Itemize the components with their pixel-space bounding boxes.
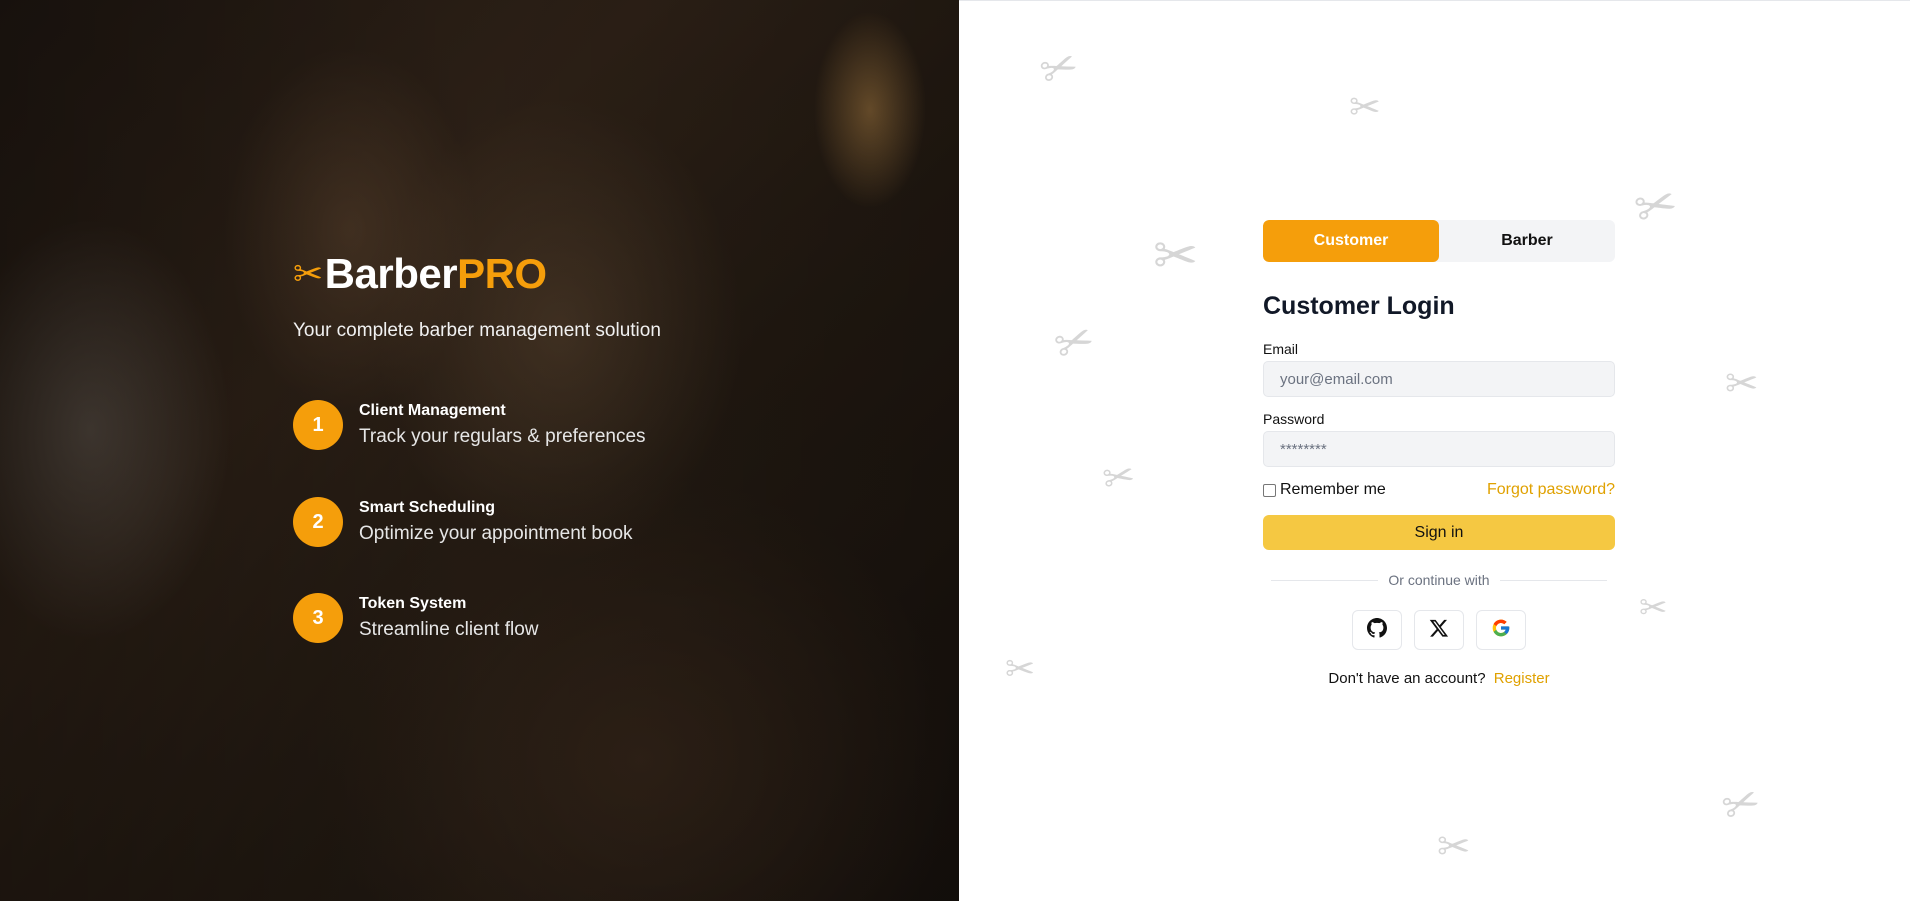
divider-text: Or continue with bbox=[1388, 572, 1490, 588]
scissors-icon: ✂ bbox=[1033, 39, 1085, 98]
scissors-icon: ✂ bbox=[1047, 310, 1102, 374]
feature-title: Token System bbox=[359, 595, 467, 612]
remember-me-checkbox[interactable] bbox=[1263, 483, 1276, 497]
google-icon bbox=[1491, 618, 1511, 643]
feature-description: Track your regulars & preferences bbox=[359, 426, 646, 447]
login-form: Customer Barber Customer Login Email Pas… bbox=[1263, 220, 1615, 687]
github-icon bbox=[1367, 617, 1387, 643]
role-tab-barber[interactable]: Barber bbox=[1439, 220, 1615, 262]
scissors-icon: ✂ bbox=[293, 253, 323, 294]
hero-content: ✂ Barber PRO Your complete barber manage… bbox=[293, 250, 893, 643]
no-account-text: Don't have an account? bbox=[1328, 670, 1486, 687]
login-title: Customer Login bbox=[1263, 292, 1455, 320]
register-link[interactable]: Register bbox=[1494, 670, 1550, 687]
scissors-icon: ✂ bbox=[1628, 173, 1684, 239]
register-row: Don't have an account? Register bbox=[1263, 670, 1615, 687]
scissors-icon: ✂ bbox=[1715, 775, 1767, 834]
login-panel: ✂ ✂ ✂ ✂ ✂ ✂ ✂ ✂ ✂ ✂ ✂ Customer Barber Cu… bbox=[959, 0, 1910, 901]
sign-in-button[interactable]: Sign in bbox=[1263, 515, 1615, 550]
scissors-icon: ✂ bbox=[1725, 362, 1759, 406]
feature-title: Smart Scheduling bbox=[359, 499, 496, 516]
feature-description: Streamline client flow bbox=[359, 619, 539, 640]
hero-panel: ✂ Barber PRO Your complete barber manage… bbox=[0, 0, 959, 901]
github-login-button[interactable] bbox=[1352, 610, 1402, 650]
feature-description: Optimize your appointment book bbox=[359, 523, 633, 544]
remember-me-label[interactable]: Remember me bbox=[1280, 481, 1386, 499]
scissors-icon: ✂ bbox=[1639, 589, 1668, 627]
feature-item: 3 Token System Streamline client flow bbox=[293, 593, 539, 643]
email-field[interactable] bbox=[1263, 361, 1615, 397]
remember-me: Remember me bbox=[1263, 481, 1386, 499]
brand-tagline: Your complete barber management solution bbox=[293, 320, 661, 341]
social-login-buttons bbox=[1263, 610, 1615, 650]
feature-number: 1 bbox=[293, 400, 343, 450]
options-row: Remember me Forgot password? bbox=[1263, 481, 1615, 499]
feature-title: Client Management bbox=[359, 402, 506, 419]
scissors-icon: ✂ bbox=[1099, 454, 1139, 502]
google-login-button[interactable] bbox=[1476, 610, 1526, 650]
password-field[interactable] bbox=[1263, 431, 1615, 467]
scissors-icon: ✂ bbox=[1153, 226, 1199, 286]
feature-item: 2 Smart Scheduling Optimize your appoint… bbox=[293, 497, 633, 547]
x-icon bbox=[1429, 618, 1449, 643]
role-tab-customer[interactable]: Customer bbox=[1263, 220, 1439, 262]
forgot-password-link[interactable]: Forgot password? bbox=[1487, 481, 1615, 499]
password-label: Password bbox=[1263, 411, 1325, 427]
brand-name-part1: Barber bbox=[324, 250, 458, 297]
x-login-button[interactable] bbox=[1414, 610, 1464, 650]
feature-number: 2 bbox=[293, 497, 343, 547]
scissors-icon: ✂ bbox=[1437, 825, 1471, 869]
scissors-icon: ✂ bbox=[1005, 648, 1036, 689]
brand-name-part2: PRO bbox=[457, 250, 547, 297]
divider-line bbox=[1499, 579, 1608, 581]
feature-number: 3 bbox=[293, 593, 343, 643]
scissors-icon: ✂ bbox=[1349, 87, 1381, 129]
divider-line bbox=[1271, 579, 1379, 581]
brand-logo: ✂ Barber PRO bbox=[293, 250, 893, 298]
email-label: Email bbox=[1263, 341, 1299, 357]
divider: Or continue with bbox=[1263, 572, 1615, 588]
feature-item: 1 Client Management Track your regulars … bbox=[293, 400, 646, 450]
role-toggle: Customer Barber bbox=[1263, 220, 1615, 262]
